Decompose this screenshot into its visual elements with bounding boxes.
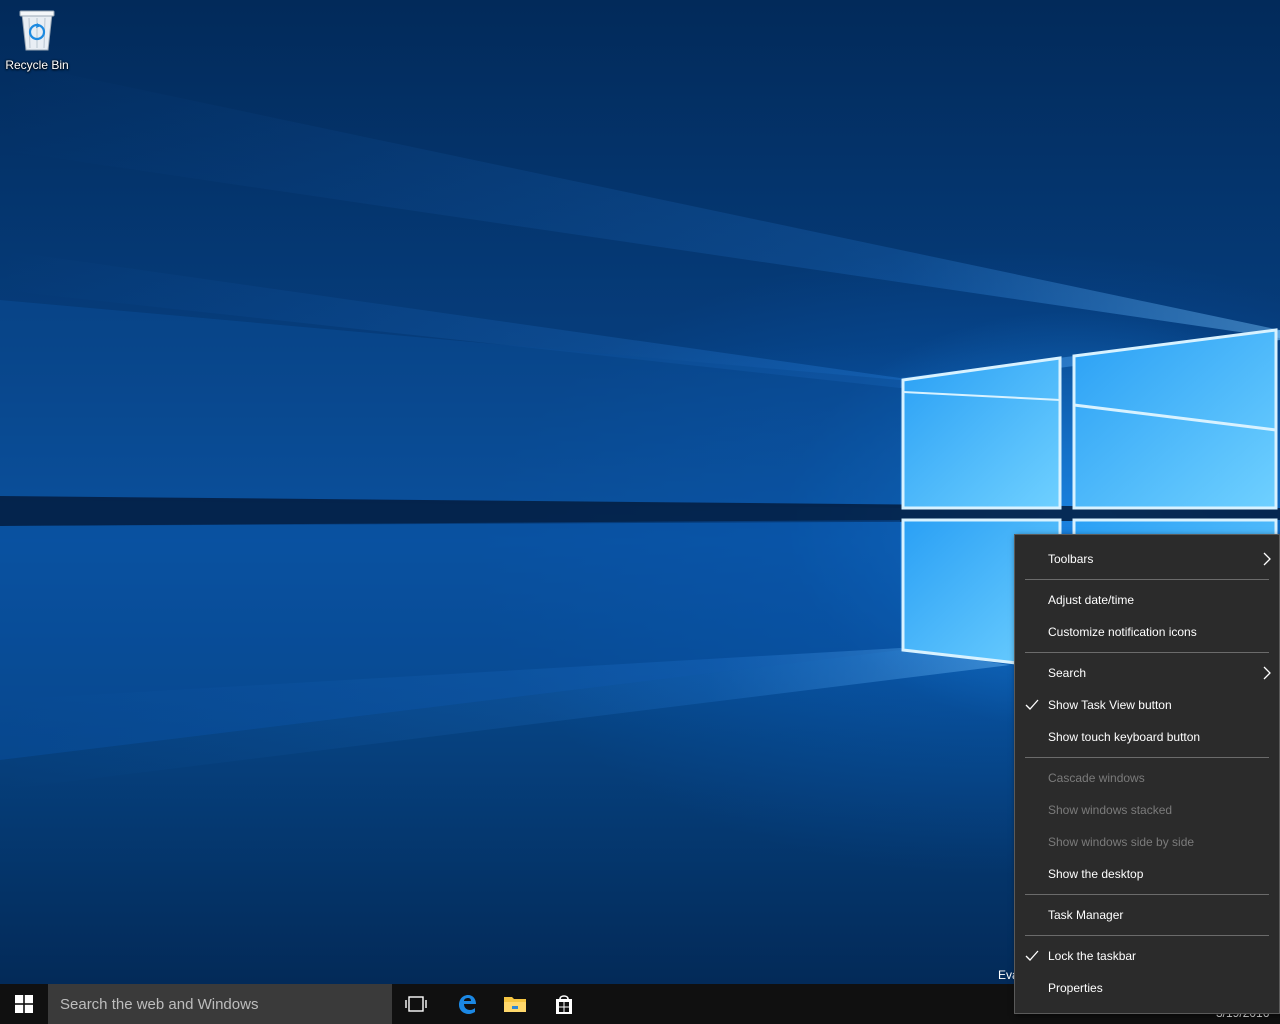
menu-item-label: Show windows side by side — [1048, 835, 1195, 849]
menu-item-label: Customize notification icons — [1048, 625, 1197, 639]
menu-item-cascade-windows: Cascade windows — [1015, 762, 1279, 794]
menu-separator — [1025, 757, 1269, 758]
menu-item-label: Toolbars — [1048, 552, 1094, 566]
menu-separator — [1025, 579, 1269, 580]
menu-item-label: Task Manager — [1048, 908, 1124, 922]
task-view-button[interactable] — [392, 984, 440, 1024]
menu-item-show-windows-stacked: Show windows stacked — [1015, 794, 1279, 826]
menu-item-customize-notification-icons[interactable]: Customize notification icons — [1015, 616, 1279, 648]
store-icon — [556, 995, 572, 1014]
menu-item-label: Show windows stacked — [1048, 803, 1173, 817]
file-explorer-button[interactable] — [491, 984, 539, 1024]
search-placeholder: Search the web and Windows — [60, 995, 259, 1013]
menu-item-label: Search — [1048, 666, 1087, 680]
windows-logo-icon — [15, 995, 33, 1013]
menu-item-label: Show touch keyboard button — [1048, 730, 1201, 744]
menu-item-adjust-date-time[interactable]: Adjust date/time — [1015, 584, 1279, 616]
menu-item-search[interactable]: Search — [1015, 657, 1279, 689]
chevron-right-icon — [1263, 666, 1271, 680]
chevron-right-icon — [1263, 552, 1271, 566]
menu-item-label: Show the desktop — [1048, 867, 1144, 881]
task-view-icon — [405, 996, 427, 1012]
desktop-icon-recycle-bin[interactable]: Recycle Bin — [0, 4, 74, 76]
menu-item-show-the-desktop[interactable]: Show the desktop — [1015, 858, 1279, 890]
taskbar-search-box[interactable]: Search the web and Windows — [48, 984, 392, 1024]
menu-item-properties[interactable]: Properties — [1015, 972, 1279, 1004]
store-button[interactable] — [540, 984, 588, 1024]
folder-icon — [504, 997, 526, 1012]
menu-item-lock-the-taskbar[interactable]: Lock the taskbar — [1015, 940, 1279, 972]
menu-item-show-task-view-button[interactable]: Show Task View button — [1015, 689, 1279, 721]
edge-icon — [459, 995, 476, 1014]
menu-item-toolbars[interactable]: Toolbars — [1015, 543, 1279, 575]
menu-separator — [1025, 935, 1269, 936]
menu-item-task-manager[interactable]: Task Manager — [1015, 899, 1279, 931]
recycle-bin-icon — [17, 8, 57, 52]
menu-separator — [1025, 652, 1269, 653]
desktop-icon-label: Recycle Bin — [5, 58, 69, 72]
menu-item-label: Properties — [1048, 981, 1103, 995]
menu-item-label: Adjust date/time — [1048, 593, 1135, 607]
menu-item-label: Cascade windows — [1048, 771, 1145, 785]
menu-separator — [1025, 894, 1269, 895]
menu-item-show-windows-side-by-side: Show windows side by side — [1015, 826, 1279, 858]
start-button[interactable] — [0, 984, 48, 1024]
checkmark-icon — [1025, 950, 1039, 961]
checkmark-icon — [1025, 699, 1039, 710]
edge-button[interactable] — [443, 984, 491, 1024]
menu-item-show-touch-keyboard-button[interactable]: Show touch keyboard button — [1015, 721, 1279, 753]
menu-item-label: Show Task View button — [1048, 698, 1172, 712]
taskbar-context-menu: Toolbars Adjust date/time Customize noti… — [1014, 534, 1280, 1014]
menu-item-label: Lock the taskbar — [1048, 949, 1137, 963]
